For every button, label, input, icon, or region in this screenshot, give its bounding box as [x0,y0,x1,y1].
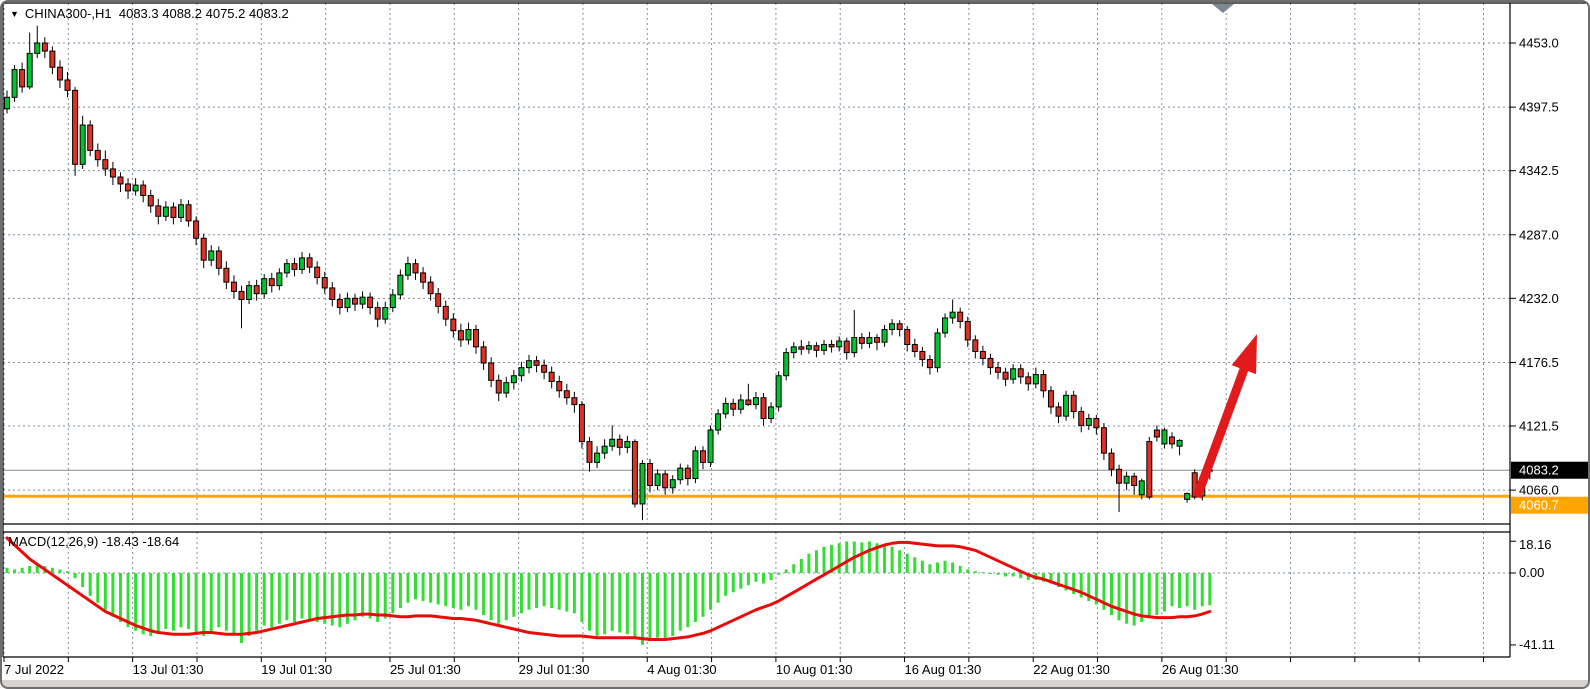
macd-axis-label: 0.00 [1519,565,1544,580]
time-axis-label: 25 Jul 01:30 [390,662,461,677]
price-axis-label: 4287.0 [1519,227,1559,242]
bid-price-box-label: 4083.2 [1519,463,1559,478]
time-axis-label: 4 Aug 01:30 [647,662,716,677]
level-price-box-label: 4060.7 [1519,498,1559,513]
candlesticks [5,26,1213,520]
symbol-dropdown-icon[interactable]: ▼ [10,9,19,19]
time-axis-label: 29 Jul 01:30 [519,662,590,677]
time-axis-label: 16 Aug 01:30 [905,662,982,677]
macd-axis-label: 18.16 [1519,537,1552,552]
price-panel [3,4,1510,520]
time-axis-label: 26 Aug 01:30 [1162,662,1239,677]
time-axis-label: 7 Jul 2022 [4,662,64,677]
macd-axis-label: -41.11 [1519,637,1555,652]
time-axis-label: 19 Jul 01:30 [261,662,332,677]
price-axis-label: 4066.0 [1519,483,1559,498]
price-axis-label: 4453.0 [1519,36,1559,51]
chart-canvas[interactable]: 4453.0 4397.5 4342.5 4287.0 4232.0 4176.5 4121… [0,0,1590,689]
price-axis-label: 4232.0 [1519,291,1559,306]
time-axis-label: 13 Jul 01:30 [133,662,204,677]
window-bottom-edge [2,680,1588,687]
trading-chart-window: 4453.0 4397.5 4342.5 4287.0 4232.0 4176.5 4121… [0,0,1590,689]
chart-title: ▼ CHINA300-,H1 4083.3 4088.2 4075.2 4083.… [10,6,289,21]
scroll-position-marker-icon [1212,4,1234,13]
macd-indicator-label: MACD(12,26,9) -18.43 -18.64 [8,534,179,549]
time-axis-label: 22 Aug 01:30 [1033,662,1110,677]
trend-arrow-shaft [1197,364,1246,497]
price-axis-label: 4342.5 [1519,163,1559,178]
price-axis-label: 4121.5 [1519,418,1559,433]
trend-arrow-head [1232,334,1257,374]
time-axis-label: 10 Aug 01:30 [776,662,853,677]
macd-histogram [6,542,1212,645]
gridlines [3,3,1510,657]
macd-panel [6,538,1212,645]
price-axis-label: 4176.5 [1519,355,1559,370]
price-axis-label: 4397.5 [1519,100,1559,115]
ohlc-values: 4083.3 4088.2 4075.2 4083.2 [119,6,289,21]
symbol-label: CHINA300-,H1 [25,6,112,21]
